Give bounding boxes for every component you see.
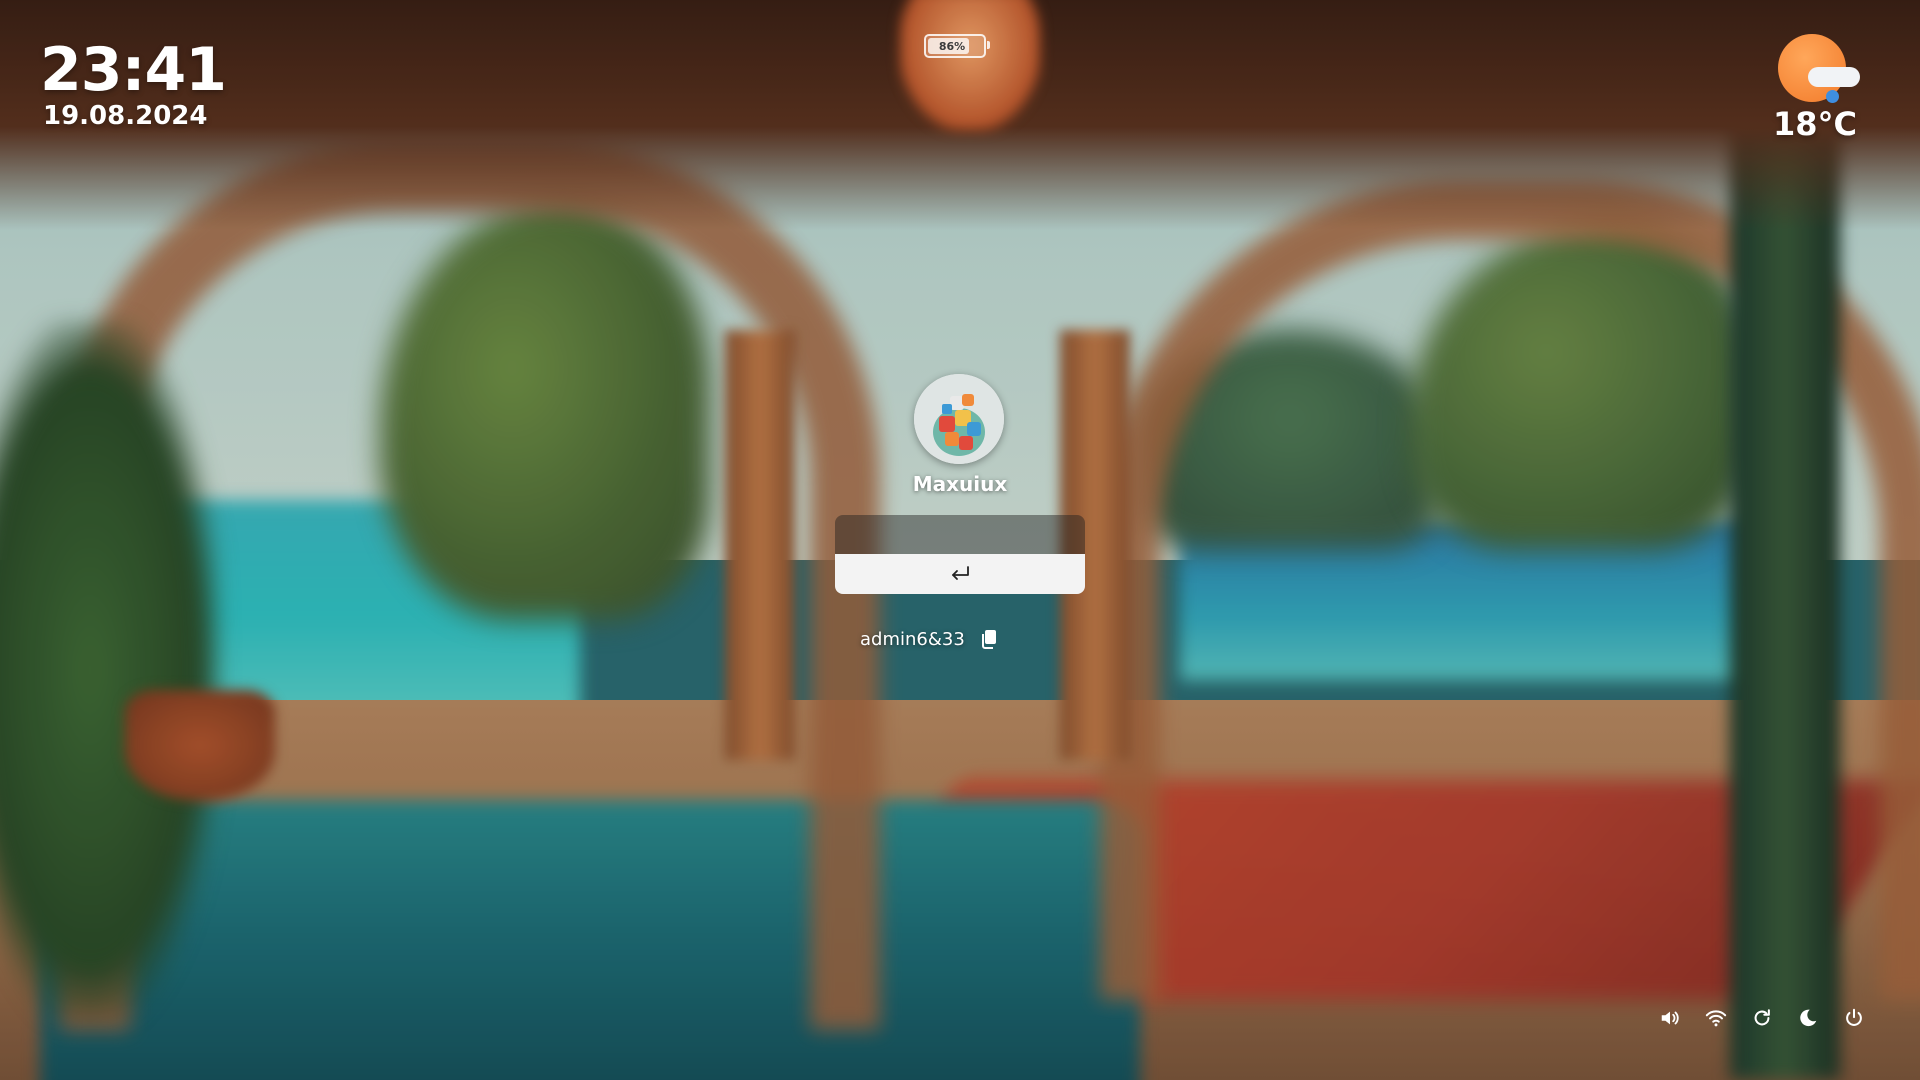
weather-widget: 18°C: [1760, 34, 1870, 142]
clock-date: 19.08.2024: [43, 101, 208, 131]
password-hint-text: admin6&33: [860, 628, 965, 650]
wifi-button[interactable]: [1704, 1006, 1728, 1030]
clock-time: 23:41: [40, 35, 227, 105]
partly-cloudy-rain-icon: [1778, 34, 1860, 106]
clipboard-icon: [981, 630, 996, 649]
power-icon: [1846, 1008, 1862, 1026]
speaker-icon: [1661, 1011, 1679, 1025]
weather-temperature: 18°C: [1772, 105, 1857, 143]
avatar-cubes-icon: [914, 374, 1004, 464]
enter-arrow-icon: [952, 566, 969, 580]
volume-button[interactable]: [1658, 1006, 1682, 1030]
battery-percent: 86%: [938, 39, 966, 53]
password-hint: admin6&33: [860, 628, 999, 650]
battery-tip: [987, 41, 990, 49]
password-input[interactable]: [835, 515, 1085, 554]
restart-button[interactable]: [1750, 1006, 1774, 1030]
battery-indicator: 86%: [924, 34, 990, 58]
wifi-icon: [1705, 1010, 1727, 1027]
user-avatar: [914, 374, 1004, 464]
shutdown-button[interactable]: [1842, 1006, 1866, 1030]
moon-icon: [1800, 1009, 1817, 1027]
restart-icon: [1754, 1009, 1770, 1026]
system-controls: [1658, 1006, 1866, 1030]
copy-hint-button[interactable]: [979, 628, 999, 650]
lockscreen-clock: 23:41 19.08.2024: [40, 35, 227, 131]
username-label: Maxuiux: [912, 472, 1008, 496]
login-submit-button[interactable]: [835, 554, 1085, 594]
sleep-button[interactable]: [1796, 1006, 1820, 1030]
